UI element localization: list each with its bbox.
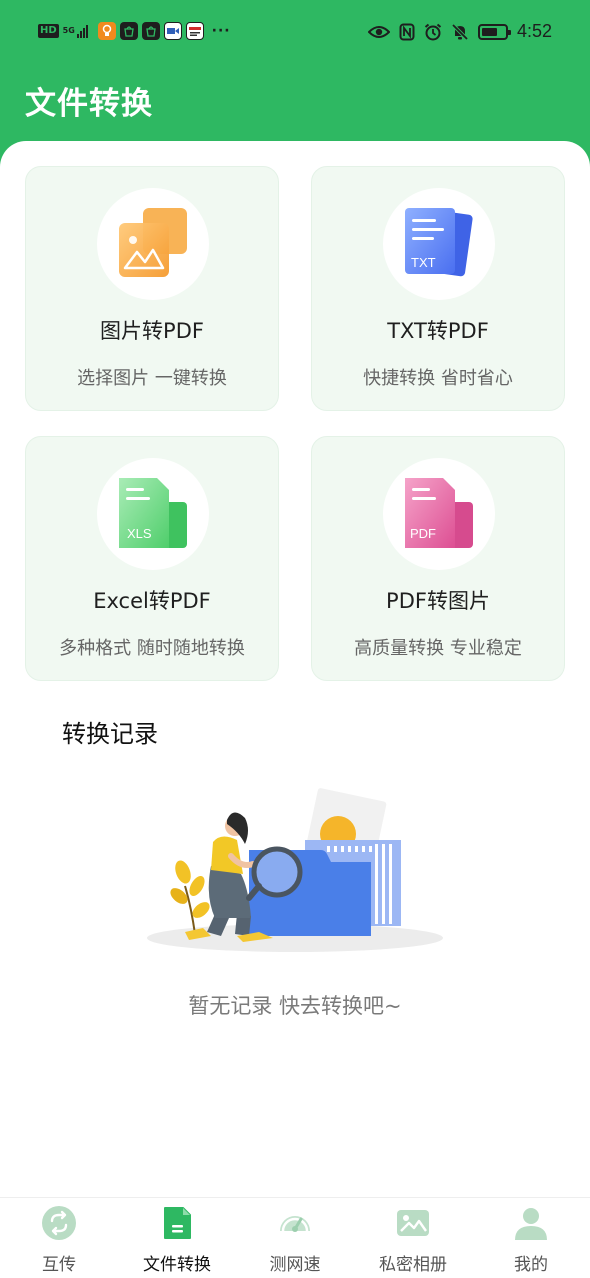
- battery-icon: [477, 23, 511, 40]
- nav-label: 文件转换: [143, 1255, 211, 1275]
- card-subtitle: 高质量转换 专业稳定: [354, 638, 522, 659]
- txt-icon-label: TXT: [411, 255, 436, 270]
- battery-level: [481, 27, 497, 36]
- card-title: PDF转图片: [386, 589, 490, 613]
- card-subtitle: 多种格式 随时随地转换: [59, 638, 245, 659]
- nav-item-transfer[interactable]: 互传: [0, 1198, 118, 1278]
- card-icon-circle: XLS: [97, 458, 209, 570]
- news-app-icon: [185, 22, 204, 40]
- empty-records-illustration: [147, 788, 443, 952]
- card-subtitle: 快捷转换 省时省心: [363, 368, 513, 389]
- bag-app-icon-2: [141, 22, 160, 40]
- card-icon-circle: TXT: [383, 188, 495, 300]
- nav-label: 私密相册: [379, 1255, 447, 1275]
- card-excel-to-pdf[interactable]: XLS Excel转PDF 多种格式 随时随地转换: [25, 436, 279, 681]
- status-bar: HD 5G ··· 4:52: [0, 0, 590, 66]
- card-title: TXT转PDF: [387, 319, 489, 343]
- nav-item-file-convert[interactable]: 文件转换: [118, 1198, 236, 1278]
- content-panel: 图片转PDF 选择图片 一键转换 TXT TXT转PDF 快捷转换 省时省心 X…: [0, 141, 590, 1278]
- nav-label: 测网速: [269, 1255, 321, 1275]
- network-gen-indicator: 5G: [62, 26, 75, 35]
- bag-app-icon: [119, 22, 138, 40]
- eye-icon: [367, 25, 390, 38]
- more-notifications-indicator: ···: [211, 23, 231, 39]
- private-album-icon: [397, 1210, 429, 1236]
- page-title: 文件转换: [25, 86, 153, 122]
- card-txt-to-pdf[interactable]: TXT TXT转PDF 快捷转换 省时省心: [311, 166, 565, 411]
- nav-label: 我的: [514, 1255, 548, 1275]
- file-convert-icon: [164, 1207, 191, 1239]
- alarm-icon: [424, 23, 442, 40]
- signal-icon: [76, 24, 88, 38]
- hd-indicator: HD: [38, 24, 59, 38]
- pdf-icon-label: PDF: [410, 526, 436, 541]
- video-app-icon: [163, 22, 182, 40]
- records-title: 转换记录: [62, 720, 158, 748]
- nav-label: 互传: [42, 1255, 76, 1275]
- speedometer-icon: [280, 1216, 310, 1232]
- status-right: 4:52: [367, 21, 552, 42]
- nav-item-private-album[interactable]: 私密相册: [354, 1198, 472, 1278]
- nav-item-profile[interactable]: 我的: [472, 1198, 590, 1278]
- xls-icon-label: XLS: [127, 526, 152, 541]
- image-icon: [119, 208, 187, 277]
- bottom-nav: 互传 文件转换 测网速 私密相册 我的: [0, 1197, 590, 1278]
- pdf-doc-icon: PDF: [405, 478, 473, 548]
- txt-doc-icon: TXT: [405, 208, 473, 277]
- clock: 4:52: [516, 21, 552, 41]
- mute-bell-icon: [451, 23, 469, 40]
- card-image-to-pdf[interactable]: 图片转PDF 选择图片 一键转换: [25, 166, 279, 411]
- lightbulb-app-icon: [97, 22, 116, 40]
- card-title: Excel转PDF: [93, 589, 211, 613]
- nav-item-speed-test[interactable]: 测网速: [236, 1198, 354, 1278]
- card-icon-circle: [97, 188, 209, 300]
- card-title: 图片转PDF: [100, 319, 204, 343]
- card-pdf-to-image[interactable]: PDF PDF转图片 高质量转换 专业稳定: [311, 436, 565, 681]
- empty-records-text: 暂无记录 快去转换吧~: [188, 994, 402, 1018]
- status-left: HD 5G ···: [38, 22, 231, 40]
- card-subtitle: 选择图片 一键转换: [77, 368, 227, 389]
- xls-doc-icon: XLS: [119, 478, 187, 548]
- transfer-icon: [42, 1206, 76, 1240]
- profile-icon: [515, 1208, 547, 1240]
- card-icon-circle: PDF: [383, 458, 495, 570]
- nfc-icon: [399, 23, 415, 40]
